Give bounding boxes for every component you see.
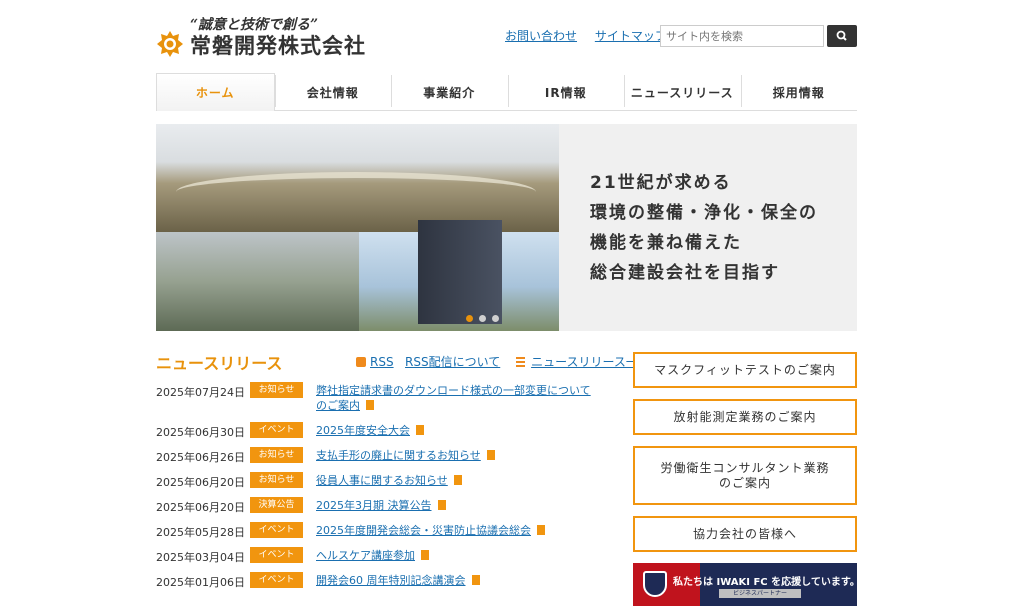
company-logo[interactable]: “誠意と技術で創る” 常磐開発株式会社 <box>156 14 386 62</box>
news-date: 2025年03月04日 <box>156 551 245 564</box>
rss-about-link[interactable]: RSS配信について <box>405 355 500 369</box>
pdf-icon <box>437 500 446 510</box>
news-date: 2025年06月20日 <box>156 501 245 514</box>
pdf-icon <box>453 475 462 485</box>
search-icon <box>836 30 847 41</box>
nav-company[interactable]: 会社情報 <box>274 73 392 111</box>
hero-line: 機能を兼ね備えた <box>590 233 742 253</box>
news-item: 2025年06月20日 お知らせ 役員人事に関するお知らせ <box>156 472 618 497</box>
news-badge: お知らせ <box>250 472 303 488</box>
partner-companies-button[interactable]: 協力会社の皆様へ <box>633 516 857 552</box>
slide-indicators <box>466 315 499 322</box>
site-search <box>660 25 857 47</box>
pdf-icon <box>421 550 429 560</box>
sponsor-subtext: ビジネスパートナー <box>719 589 801 598</box>
sitemap-link[interactable]: サイトマップ <box>595 29 667 43</box>
iwaki-fc-banner[interactable]: 私たちは IWAKI FC を応援しています。 ビジネスパートナー <box>633 563 857 606</box>
news-link[interactable]: ヘルスケア講座参加 <box>316 548 596 563</box>
news-badge: 決算公告 <box>250 497 303 513</box>
news-link[interactable]: 役員人事に関するお知らせ <box>316 473 596 488</box>
news-link[interactable]: 2025年度安全大会 <box>316 423 596 438</box>
news-item: 2025年01月06日 イベント 開発会60 周年特別記念講演会 <box>156 572 618 597</box>
news-date: 2025年06月26日 <box>156 451 245 464</box>
news-item: 2025年06月20日 決算公告 2025年3月期 決算公告 <box>156 497 618 522</box>
search-input[interactable] <box>660 25 824 47</box>
news-badge: イベント <box>250 547 303 563</box>
news-title-text: 開発会60 周年特別記念講演会 <box>316 574 466 587</box>
news-item: 2025年07月24日 お知らせ 弊社指定請求書のダウンロード様式の一部変更につ… <box>156 382 618 422</box>
nav-news[interactable]: ニュースリリース <box>624 73 741 111</box>
hero-photo-pool <box>156 232 359 331</box>
slide-dot[interactable] <box>466 315 473 322</box>
nav-recruit[interactable]: 採用情報 <box>740 73 858 111</box>
news-title-text: 2025年度安全大会 <box>316 424 410 437</box>
news-header: ニュースリリース RSS RSS配信について ニュースリリース一覧 <box>156 350 650 373</box>
news-badge: イベント <box>250 572 303 588</box>
news-badge: お知らせ <box>250 382 303 398</box>
news-title-text: ヘルスケア講座参加 <box>316 549 415 562</box>
hero-photo-waterslide <box>176 172 536 212</box>
news-date: 2025年01月06日 <box>156 576 245 589</box>
rss-link[interactable]: RSS <box>370 355 394 369</box>
news-link[interactable]: 弊社指定請求書のダウンロード様式の一部変更についてのご案内 <box>316 383 596 413</box>
news-title: ニュースリリース <box>156 354 283 373</box>
nav-business[interactable]: 事業紹介 <box>391 73 508 111</box>
hero-photo-building <box>418 220 502 324</box>
global-nav: ホーム 会社情報 事業紹介 IR情報 ニュースリリース 採用情報 <box>156 73 857 111</box>
rss-icon <box>356 357 366 367</box>
nav-ir[interactable]: IR情報 <box>507 73 625 111</box>
hero-copy: 21世紀が求める 環境の整備・浄化・保全の 機能を兼ね備えた 総合建設会社を目指… <box>590 168 818 288</box>
news-link[interactable]: 2025年3月期 決算公告 <box>316 498 596 513</box>
news-badge: イベント <box>250 422 303 438</box>
pdf-icon <box>471 575 480 585</box>
news-list: 2025年07月24日 お知らせ 弊社指定請求書のダウンロード様式の一部変更につ… <box>156 382 618 597</box>
slide-dot[interactable] <box>479 315 486 322</box>
news-links: RSS RSS配信について ニュースリリース一覧 <box>356 353 650 370</box>
news-item: 2025年03月04日 イベント ヘルスケア講座参加 <box>156 547 618 572</box>
news-item: 2025年06月30日 イベント 2025年度安全大会 <box>156 422 618 447</box>
pdf-icon <box>416 425 424 435</box>
sponsor-text: 私たちは IWAKI FC を応援しています。 <box>673 577 857 588</box>
news-item: 2025年05月28日 イベント 2025年度開発会総会・災害防止協議会総会 <box>156 522 618 547</box>
radiation-measurement-button[interactable]: 放射能測定業務のご案内 <box>633 399 857 435</box>
news-title-text: 支払手形の廃止に関するお知らせ <box>316 449 481 462</box>
nav-home[interactable]: ホーム <box>156 73 275 111</box>
list-icon <box>516 357 526 367</box>
pdf-icon <box>486 450 495 460</box>
news-badge: イベント <box>250 522 303 538</box>
news-date: 2025年06月20日 <box>156 476 245 489</box>
news-link[interactable]: 開発会60 周年特別記念講演会 <box>316 573 596 588</box>
news-title-text: 弊社指定請求書のダウンロード様式の一部変更についてのご案内 <box>316 384 591 412</box>
utility-links: お問い合わせ サイトマップ <box>505 27 681 44</box>
news-link[interactable]: 2025年度開発会総会・災害防止協議会総会 <box>316 523 596 538</box>
pdf-icon <box>366 400 374 410</box>
news-title-text: 役員人事に関するお知らせ <box>316 474 448 487</box>
search-button[interactable] <box>827 25 857 47</box>
news-title-text: 2025年度開発会総会・災害防止協議会総会 <box>316 524 531 537</box>
news-badge: お知らせ <box>250 447 303 463</box>
pdf-icon <box>537 525 545 535</box>
news-date: 2025年06月30日 <box>156 426 245 439</box>
hero-line: 総合建設会社を目指す <box>590 263 780 283</box>
contact-link[interactable]: お問い合わせ <box>505 29 577 43</box>
mask-fit-test-button[interactable]: マスクフィットテストのご案内 <box>633 352 857 388</box>
news-item: 2025年06月26日 お知らせ 支払手形の廃止に関するお知らせ <box>156 447 618 472</box>
sun-logo-icon <box>157 31 183 57</box>
hero-banner: 21世紀が求める 環境の整備・浄化・保全の 機能を兼ね備えた 総合建設会社を目指… <box>156 124 857 331</box>
news-date: 2025年07月24日 <box>156 386 245 399</box>
hero-line: 環境の整備・浄化・保全の <box>590 203 818 223</box>
news-link[interactable]: 支払手形の廃止に関するお知らせ <box>316 448 596 463</box>
hero-line: 21世紀が求める <box>590 173 732 193</box>
company-name: 常磐開発株式会社 <box>190 34 366 58</box>
occupational-health-button[interactable]: 労働衛生コンサルタント業務のご案内 <box>633 446 857 505</box>
football-crest-icon <box>643 571 667 597</box>
slide-dot[interactable] <box>492 315 499 322</box>
news-title-text: 2025年3月期 決算公告 <box>316 499 432 512</box>
news-date: 2025年05月28日 <box>156 526 245 539</box>
